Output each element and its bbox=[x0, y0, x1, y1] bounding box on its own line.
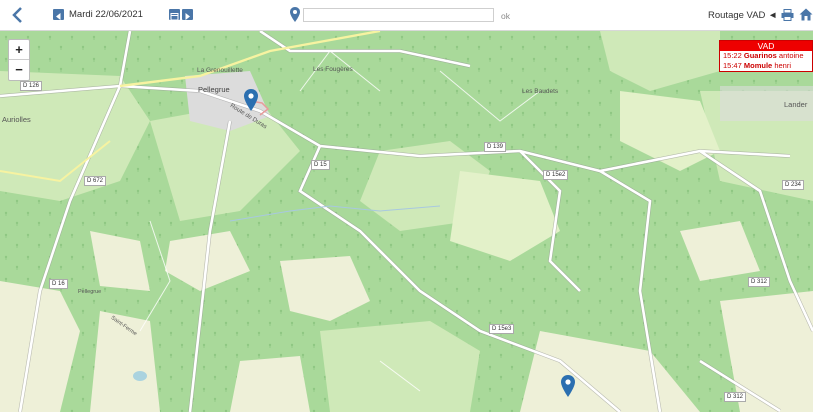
map-view[interactable]: La Grenouillette Pellegrue Les Fougères … bbox=[0, 31, 813, 412]
place-la-grenouillette: La Grenouillette bbox=[197, 67, 243, 74]
address-search-input[interactable] bbox=[303, 8, 494, 22]
road-d15: D 15 bbox=[311, 160, 330, 170]
zoom-in-button[interactable]: + bbox=[9, 40, 29, 60]
visit-time: 15:47 bbox=[723, 61, 742, 70]
prev-day-icon bbox=[56, 13, 61, 20]
next-day-button[interactable] bbox=[182, 9, 193, 20]
place-pellegrue-south: Pellegrue bbox=[78, 289, 102, 295]
map-tiles bbox=[0, 31, 813, 412]
place-les-fougeres: Les Fougères bbox=[313, 66, 353, 73]
road-d139: D 139 bbox=[484, 142, 507, 152]
road-d234: D 234 bbox=[782, 180, 805, 190]
routage-vad-toggle[interactable]: Routage VAD ◄ bbox=[708, 10, 777, 21]
road-d15e3: D 15e3 bbox=[489, 324, 515, 334]
visit-marker-south[interactable] bbox=[561, 375, 575, 397]
visit-time: 15:22 bbox=[723, 51, 742, 60]
visit-lastname: Guarinos bbox=[743, 51, 777, 60]
next-day-icon bbox=[185, 13, 190, 20]
place-lander: Lander bbox=[784, 100, 808, 109]
ok-button[interactable]: ok bbox=[501, 11, 510, 21]
date-label: Mardi 22/06/2021 bbox=[69, 9, 143, 20]
top-toolbar: Mardi 22/06/2021 ok Routage VAD ◄ bbox=[0, 0, 813, 31]
calendar-button[interactable] bbox=[169, 9, 180, 21]
road-d312-south: D 312 bbox=[724, 392, 747, 402]
prev-day-button[interactable] bbox=[53, 9, 64, 20]
visit-firstname: henri bbox=[774, 61, 791, 70]
road-d126: D 126 bbox=[20, 81, 43, 91]
print-icon[interactable] bbox=[781, 9, 794, 21]
road-d16: D 16 bbox=[49, 279, 68, 289]
calendar-icon bbox=[170, 13, 179, 21]
place-auriolles: Auriolles bbox=[2, 115, 31, 124]
road-d672: D 672 bbox=[84, 176, 107, 186]
vad-visit-row[interactable]: 15:22 Guarinos antoine bbox=[720, 51, 812, 61]
vad-panel: VAD 15:22 Guarinos antoine 15:47 Momule … bbox=[719, 40, 813, 72]
map-pin-icon bbox=[290, 7, 300, 22]
visit-firstname: antoine bbox=[778, 51, 804, 60]
road-d312-east: D 312 bbox=[748, 277, 771, 287]
place-pellegrue: Pellegrue bbox=[198, 85, 230, 94]
vad-visit-row[interactable]: 15:47 Momule henri bbox=[720, 61, 812, 71]
vad-panel-title: VAD bbox=[720, 41, 812, 51]
place-les-baudets: Les Baudets bbox=[522, 88, 559, 95]
zoom-out-button[interactable]: − bbox=[9, 60, 29, 80]
visit-lastname: Momule bbox=[743, 61, 773, 70]
road-d15e2: D 15e2 bbox=[543, 170, 569, 180]
back-icon[interactable] bbox=[11, 6, 25, 24]
visit-marker-pellegrue[interactable] bbox=[244, 89, 258, 111]
home-icon[interactable] bbox=[799, 8, 813, 21]
zoom-control: + − bbox=[8, 39, 30, 81]
